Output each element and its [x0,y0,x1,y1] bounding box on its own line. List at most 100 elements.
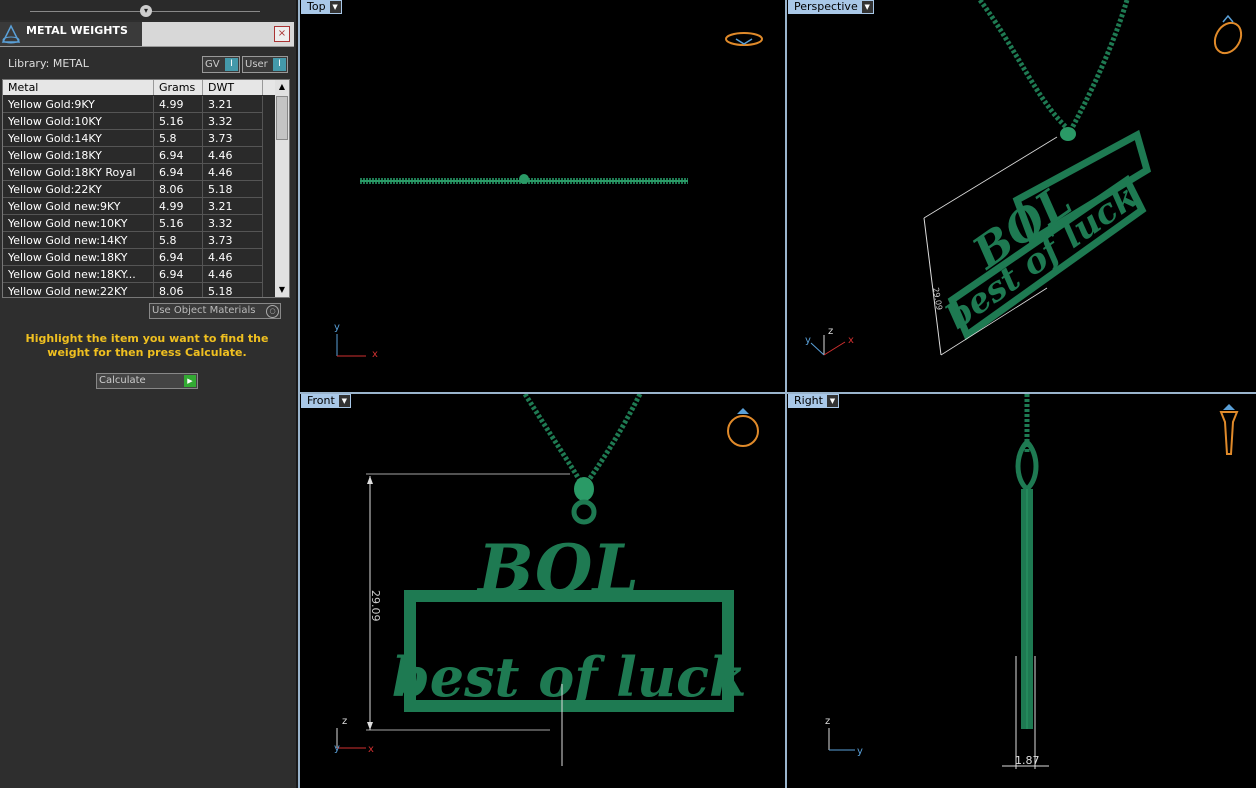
table-cell-metal: Yellow Gold new:22KY [3,283,154,297]
metal-weights-panel: ▾ METAL WEIGHTS × Library: METAL GV I Us… [0,0,296,788]
table-cell-grams: 4.99 [154,96,203,113]
table-cell-metal: Yellow Gold:10KY [3,113,154,130]
table-row[interactable]: Yellow Gold:18KY 6.94 4.46 [3,147,275,164]
table-cell-grams: 8.06 [154,283,203,297]
dropdown-arrow-icon[interactable]: ▼ [826,395,838,407]
viewport-label-perspective[interactable]: Perspective ▼ [788,0,874,14]
panel-title: METAL WEIGHTS [22,22,142,46]
calculate-button[interactable]: Calculate ▶ [96,373,198,389]
column-header-metal[interactable]: Metal [3,80,154,95]
scroll-down-icon[interactable]: ▼ [275,283,289,297]
table-cell-dwt: 3.21 [203,198,263,215]
table-row[interactable]: Yellow Gold new:22KY 8.06 5.18 [3,283,275,297]
ring-view-icon [725,32,763,46]
axis-gizmo: y x [334,322,378,360]
axis-label-x: x [848,335,854,346]
axis-label-y: y [334,743,340,754]
viewport-label-front[interactable]: Front ▼ [301,394,351,408]
viewport-perspective-label-text: Perspective [794,0,858,13]
viewport-top[interactable]: y x Top ▼ [300,0,785,392]
viewport-right[interactable]: 1.87 z y Right ▼ [787,394,1256,788]
table-row[interactable]: Yellow Gold:22KY 8.06 5.18 [3,181,275,198]
viewport-right-label-text: Right [794,394,823,407]
dropdown-arrow-icon[interactable]: ▼ [329,1,341,13]
dropdown-arrow-icon[interactable]: ▼ [861,1,873,13]
table-row[interactable]: Yellow Gold new:14KY 5.8 3.73 [3,232,275,249]
table-cell-metal: Yellow Gold:22KY [3,181,154,198]
table-cell-grams: 6.94 [154,147,203,164]
top-view-bail [519,174,529,184]
table-cell-grams: 4.99 [154,198,203,215]
scroll-up-icon[interactable]: ▲ [275,80,289,94]
user-toggle[interactable]: User I [242,56,288,73]
radio-icon[interactable]: ○ [266,305,279,318]
axis-gizmo: z y x [334,716,374,755]
gv-toggle-box[interactable]: I [225,58,238,71]
table-row[interactable]: Yellow Gold:9KY 4.99 3.21 [3,96,275,113]
axis-label-x: x [372,349,378,360]
axis-label-x: x [368,744,374,755]
ring-view-icon [1219,404,1239,455]
viewport-front-label-text: Front [307,394,335,407]
table-cell-metal: Yellow Gold new:18KY... [3,266,154,283]
table-cell-dwt: 5.18 [203,283,263,297]
table-cell-dwt: 4.46 [203,147,263,164]
table-cell-dwt: 4.46 [203,164,263,181]
table-cell-grams: 6.94 [154,266,203,283]
table-row[interactable]: Yellow Gold:14KY 5.8 3.73 [3,130,275,147]
table-cell-metal: Yellow Gold new:14KY [3,232,154,249]
top-view-canvas: y x [334,32,763,360]
viewport-front[interactable]: BOL best of luck 29.09 z y x Front ▼ [300,394,785,788]
axis-label-y: y [805,335,811,346]
axis-label-z: z [825,716,830,727]
table-cell-dwt: 3.73 [203,130,263,147]
table-cell-dwt: 3.32 [203,113,263,130]
gv-toggle-label: GV [205,59,220,70]
table-cell-metal: Yellow Gold:18KY [3,147,154,164]
calculate-label: Calculate [99,375,146,386]
gv-toggle[interactable]: GV I [202,56,240,73]
front-view-canvas: BOL best of luck 29.09 z y x [334,394,759,766]
library-label: Library: METAL [8,57,89,70]
table-cell-dwt: 3.32 [203,215,263,232]
table-row[interactable]: Yellow Gold:10KY 5.16 3.32 [3,113,275,130]
viewport-label-right[interactable]: Right ▼ [788,394,839,408]
front-text-bol: BOL [476,530,639,608]
table-row[interactable]: Yellow Gold new:18KY 6.94 4.46 [3,249,275,266]
table-row[interactable]: Yellow Gold new:10KY 5.16 3.32 [3,215,275,232]
slider-knob-icon[interactable]: ▾ [140,5,152,17]
axis-label-y: y [857,746,863,757]
axis-gizmo: z y x [805,326,854,356]
close-icon[interactable]: × [274,26,290,42]
scroll-thumb[interactable] [276,96,288,140]
metal-table[interactable]: Metal Grams DWT Yellow Gold:9KY 4.99 3.21 Y… [2,79,290,298]
table-cell-dwt: 4.46 [203,249,263,266]
column-header-dwt[interactable]: DWT [203,80,263,95]
metal-weights-logo-icon [0,22,22,46]
right-dimension: 1.87 [1015,754,1040,767]
table-cell-dwt: 4.46 [203,266,263,283]
viewport-label-top[interactable]: Top ▼ [301,0,342,14]
table-cell-metal: Yellow Gold new:10KY [3,215,154,232]
dropdown-arrow-icon[interactable]: ▼ [338,395,350,407]
column-header-grams[interactable]: Grams [154,80,203,95]
perspective-dimension: 29.09 [931,287,944,311]
table-cell-grams: 8.06 [154,181,203,198]
table-cell-grams: 5.8 [154,130,203,147]
viewport-perspective[interactable]: BOL best of luck 29.09 z y x Perspective… [787,0,1256,392]
front-dimension: 29.09 [369,590,382,622]
table-cell-metal: Yellow Gold new:18KY [3,249,154,266]
table-row[interactable]: Yellow Gold:18KY Royal 6.94 4.46 [3,164,275,181]
axis-gizmo: z y [825,716,863,757]
axis-label-z: z [828,326,833,337]
table-cell-grams: 6.94 [154,249,203,266]
table-cell-metal: Yellow Gold:18KY Royal [3,164,154,181]
table-cell-metal: Yellow Gold:9KY [3,96,154,113]
use-object-materials-toggle[interactable]: Use Object Materials ○ [149,303,281,319]
table-row[interactable]: Yellow Gold new:9KY 4.99 3.21 [3,198,275,215]
table-row[interactable]: Yellow Gold new:18KY... 6.94 4.46 [3,266,275,283]
calculate-arrow-icon[interactable]: ▶ [184,375,196,387]
user-toggle-box[interactable]: I [273,58,286,71]
panel-top-strip: ▾ [0,0,296,20]
table-scrollbar[interactable]: ▲ ▼ [275,80,289,297]
